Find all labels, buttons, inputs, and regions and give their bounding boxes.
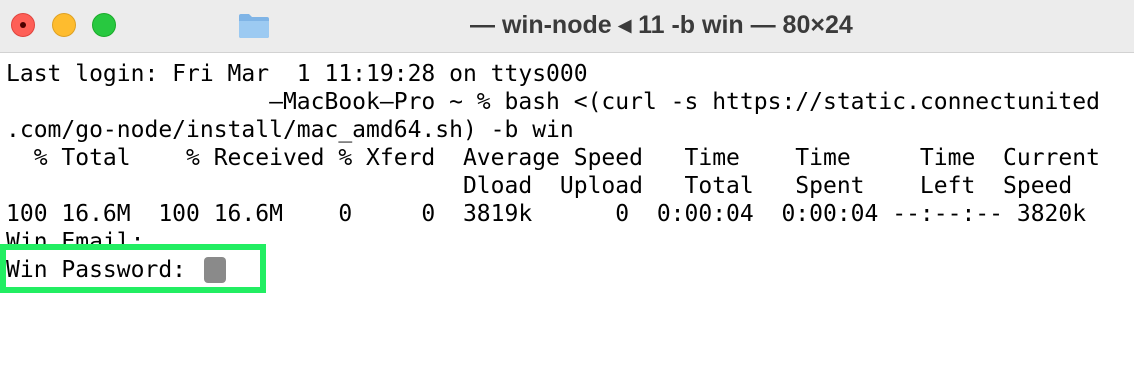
minimize-button[interactable] (52, 13, 76, 37)
terminal-line: Last login: Fri Mar 1 11:19:28 on ttys00… (6, 61, 588, 87)
close-button[interactable] (11, 13, 35, 37)
terminal-output[interactable]: Last login: Fri Mar 1 11:19:28 on ttys00… (6, 58, 1131, 366)
terminal-line: .com/go-node/install/mac_amd64.sh) -b wi… (6, 117, 574, 143)
folder-icon[interactable] (238, 11, 270, 39)
password-highlight-box (0, 244, 266, 293)
terminal-line: —MacBook—Pro ~ % bash <(curl -s https://… (6, 89, 1100, 115)
terminal-line: Dload Upload Total Spent Left Speed (6, 173, 1073, 199)
maximize-button[interactable] (92, 13, 116, 37)
terminal-line: 100 16.6M 100 16.6M 0 0 3819k 0 0:00:04 … (6, 201, 1087, 227)
terminal-line: % Total % Received % Xferd Average Speed… (6, 145, 1100, 171)
window-title: — win-node ◂ 11 -b win — 80×24 (470, 11, 853, 39)
title-bar: — win-node ◂ 11 -b win — 80×24 (0, 0, 1134, 53)
